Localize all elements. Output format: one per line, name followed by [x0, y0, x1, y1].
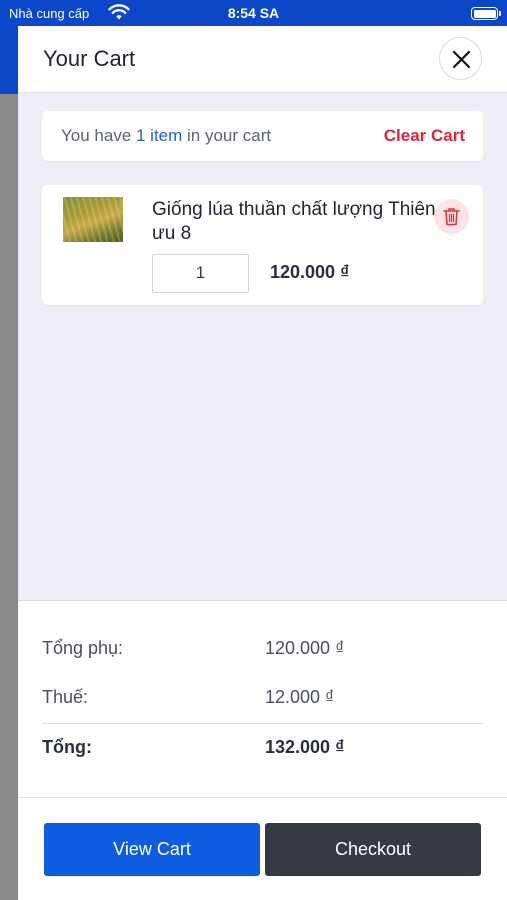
cart-panel: Your Cart You have 1 item in your cart C…: [18, 26, 507, 900]
product-price: 120.000 ₫: [270, 262, 350, 282]
trash-icon: [443, 208, 460, 226]
footer-divider: [18, 797, 507, 798]
page-title: Your Cart: [43, 46, 136, 71]
subtotal-value: 120.000 ₫: [265, 638, 345, 658]
product-name[interactable]: Giống lúa thuần chất lượng Thiên ưu 8: [152, 198, 437, 246]
close-button[interactable]: [439, 37, 482, 80]
cart-count-suffix: in your cart: [182, 126, 272, 145]
cart-item: Giống lúa thuần chất lượng Thiên ưu 8 1 …: [42, 185, 483, 305]
checkout-button[interactable]: Checkout: [265, 823, 481, 876]
cart-header: Your Cart: [18, 26, 507, 93]
remove-item-button[interactable]: [434, 199, 469, 234]
summary-divider: [42, 723, 483, 724]
background-page-header: [0, 26, 18, 94]
battery-icon: [471, 7, 501, 20]
status-time: 8:54 SA: [227, 5, 280, 21]
cart-info-bar: You have 1 item in your cart Clear Cart: [42, 111, 483, 161]
tax-value: 12.000 ₫: [265, 687, 335, 707]
order-summary: Tổng phụ: 120.000 ₫ Thuế: 12.000 ₫ Tổng:…: [18, 600, 507, 900]
cart-count-text: You have 1 item in your cart: [61, 126, 271, 146]
product-thumbnail[interactable]: [63, 197, 123, 242]
total-label: Tổng:: [42, 737, 92, 757]
tax-label: Thuế:: [42, 687, 89, 707]
total-value: 132.000 ₫: [265, 737, 345, 757]
close-icon: [452, 50, 471, 69]
subtotal-label: Tổng phụ:: [42, 638, 124, 658]
quantity-input[interactable]: 1: [152, 254, 249, 293]
status-bar: Nhà cung cấp 8:54 SA: [0, 0, 507, 26]
view-cart-button[interactable]: View Cart: [44, 823, 260, 876]
cart-item-count: 1 item: [136, 126, 183, 145]
clear-cart-button[interactable]: Clear Cart: [384, 126, 465, 146]
cart-count-prefix: You have: [61, 126, 136, 145]
